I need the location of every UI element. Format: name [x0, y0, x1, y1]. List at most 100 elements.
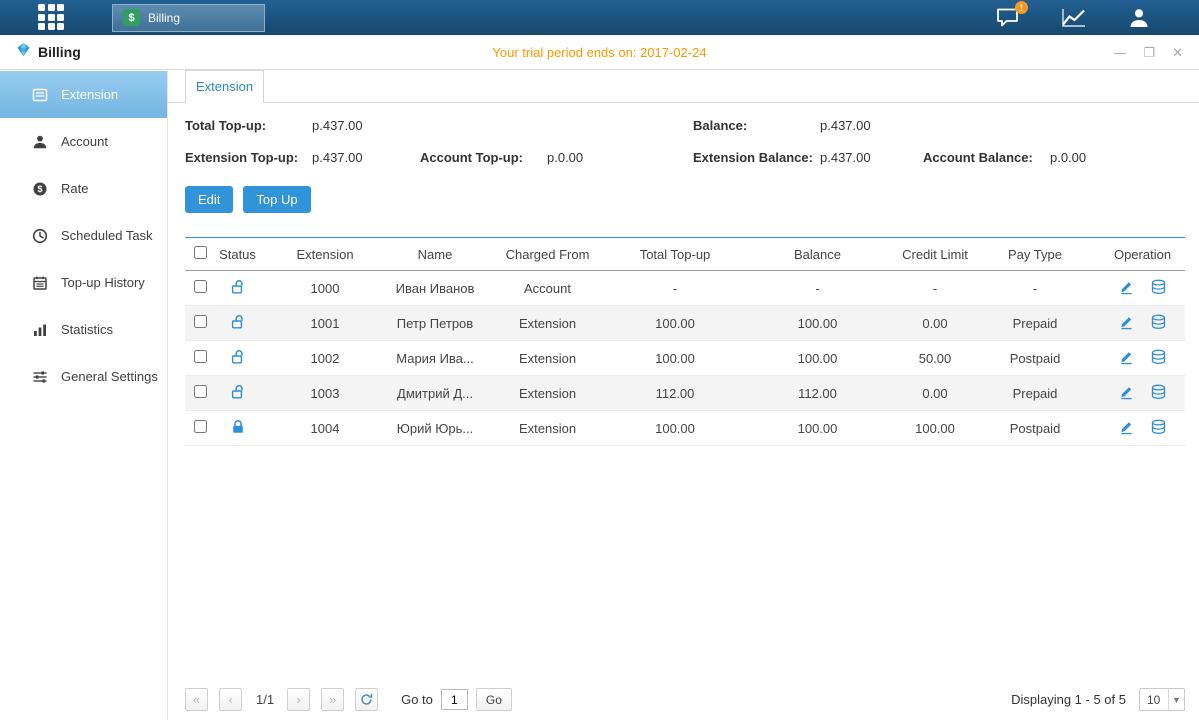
- cell-credit-limit: 0.00: [900, 376, 970, 411]
- row-select-cell: [185, 411, 215, 446]
- cell-balance: 100.00: [735, 411, 900, 446]
- edit-button[interactable]: Edit: [185, 186, 233, 213]
- cell-name: Юрий Юрь...: [390, 411, 480, 446]
- topbar-tab-billing[interactable]: $ Billing: [112, 4, 265, 32]
- top-up-icon[interactable]: [1150, 279, 1167, 298]
- svg-text:$: $: [37, 184, 42, 194]
- sidebar-item-label: Extension: [61, 87, 118, 102]
- tab-extension[interactable]: Extension: [185, 70, 264, 103]
- table-row: 1003Дмитрий Д...Extension112.00112.000.0…: [185, 376, 1185, 411]
- cell-extension: 1003: [260, 376, 390, 411]
- sidebar-item-scheduled-task[interactable]: Scheduled Task: [0, 212, 167, 259]
- prev-page-button[interactable]: ‹: [219, 688, 242, 711]
- sidebar-item-label: General Settings: [61, 369, 158, 384]
- maximize-button[interactable]: ❐: [1143, 46, 1155, 59]
- top-up-button[interactable]: Top Up: [243, 186, 310, 213]
- edit-icon[interactable]: [1119, 314, 1134, 333]
- statistics-chart-icon[interactable]: [1061, 7, 1087, 28]
- column-header-operation: Operation: [1100, 238, 1185, 271]
- refresh-button[interactable]: [355, 688, 378, 711]
- cell-operation: [1100, 271, 1185, 306]
- displaying-text: Displaying 1 - 5 of 5: [1011, 692, 1126, 707]
- edit-icon[interactable]: [1119, 349, 1134, 368]
- goto-page-input[interactable]: [441, 689, 468, 710]
- cell-pay-type: Prepaid: [970, 306, 1100, 341]
- cell-balance: 100.00: [735, 341, 900, 376]
- cell-pay-type: Postpaid: [970, 341, 1100, 376]
- cell-status: [215, 411, 260, 446]
- cell-balance: 100.00: [735, 306, 900, 341]
- row-checkbox[interactable]: [194, 315, 207, 328]
- sidebar-item-label: Account: [61, 134, 108, 149]
- row-select-cell: [185, 271, 215, 306]
- page-size-select[interactable]: 10 ▼: [1139, 688, 1185, 711]
- total-topup-value: p.437.00: [312, 118, 363, 133]
- apps-grid-icon[interactable]: [38, 4, 68, 31]
- topbar-tab-label: Billing: [148, 11, 180, 25]
- edit-icon[interactable]: [1119, 384, 1134, 403]
- extension-topup-label: Extension Top-up:: [185, 150, 312, 165]
- sidebar-item-label: Statistics: [61, 322, 113, 337]
- goto-label: Go to: [401, 692, 433, 707]
- cell-name: Дмитрий Д...: [390, 376, 480, 411]
- account-icon: [31, 134, 48, 150]
- top-up-icon[interactable]: [1150, 419, 1167, 438]
- column-header-balance: Balance: [735, 238, 900, 271]
- page-indicator: 1/1: [256, 692, 274, 707]
- select-all-checkbox[interactable]: [194, 246, 207, 259]
- cell-credit-limit: 100.00: [900, 411, 970, 446]
- close-button[interactable]: ✕: [1172, 46, 1183, 59]
- column-header-credit-limit: Credit Limit: [900, 238, 970, 271]
- top-up-icon[interactable]: [1150, 314, 1167, 333]
- cell-name: Мария Ива...: [390, 341, 480, 376]
- user-icon[interactable]: [1127, 7, 1151, 28]
- cell-charged-from: Extension: [480, 341, 615, 376]
- cell-credit-limit: 0.00: [900, 306, 970, 341]
- last-page-button[interactable]: »: [321, 688, 344, 711]
- row-checkbox[interactable]: [194, 280, 207, 293]
- scheduled-task-icon: [31, 228, 48, 244]
- rate-icon: $: [31, 181, 48, 197]
- cell-status: [215, 271, 260, 306]
- row-select-cell: [185, 306, 215, 341]
- sidebar-item-general-settings[interactable]: General Settings: [0, 353, 167, 400]
- edit-icon[interactable]: [1119, 419, 1134, 438]
- top-up-icon[interactable]: [1150, 349, 1167, 368]
- cell-extension: 1004: [260, 411, 390, 446]
- edit-icon[interactable]: [1119, 279, 1134, 298]
- account-balance-label: Account Balance:: [923, 150, 1050, 165]
- go-button[interactable]: Go: [476, 688, 512, 711]
- sidebar-item-statistics[interactable]: Statistics: [0, 306, 167, 353]
- cell-operation: [1100, 411, 1185, 446]
- minimize-button[interactable]: —: [1113, 46, 1126, 59]
- cell-total-topup: 100.00: [615, 411, 735, 446]
- lock-open-icon: [231, 349, 245, 368]
- pagination-bar: « ‹ 1/1 › » Go to Go Displaying 1 - 5 of…: [185, 688, 1185, 711]
- next-page-button[interactable]: ›: [287, 688, 310, 711]
- lock-open-icon: [231, 384, 245, 403]
- top-up-icon[interactable]: [1150, 384, 1167, 403]
- notifications-icon[interactable]: !: [996, 7, 1021, 28]
- sidebar-item-top-up-history[interactable]: Top-up History: [0, 259, 167, 306]
- sidebar-item-label: Rate: [61, 181, 88, 196]
- column-header-total-top-up: Total Top-up: [615, 238, 735, 271]
- content-area: Total Top-up:p.437.00 Balance:p.437.00 E…: [168, 103, 1199, 720]
- table-row: 1000Иван ИвановAccount----: [185, 271, 1185, 306]
- row-checkbox[interactable]: [194, 420, 207, 433]
- sidebar-item-extension[interactable]: Extension: [0, 71, 167, 118]
- first-page-button[interactable]: «: [185, 688, 208, 711]
- column-header-extension: Extension: [260, 238, 390, 271]
- extension-balance-value: p.437.00: [820, 150, 871, 165]
- total-topup-label: Total Top-up:: [185, 118, 312, 133]
- row-checkbox[interactable]: [194, 350, 207, 363]
- table-row: 1001Петр ПетровExtension100.00100.000.00…: [185, 306, 1185, 341]
- notification-badge: !: [1015, 1, 1028, 14]
- lock-open-icon: [231, 279, 245, 298]
- cell-extension: 1001: [260, 306, 390, 341]
- cell-operation: [1100, 306, 1185, 341]
- cell-credit-limit: 50.00: [900, 341, 970, 376]
- sidebar-item-account[interactable]: Account: [0, 118, 167, 165]
- sidebar-item-rate[interactable]: $ Rate: [0, 165, 167, 212]
- row-checkbox[interactable]: [194, 385, 207, 398]
- tabs-bar: Extension: [168, 70, 1199, 103]
